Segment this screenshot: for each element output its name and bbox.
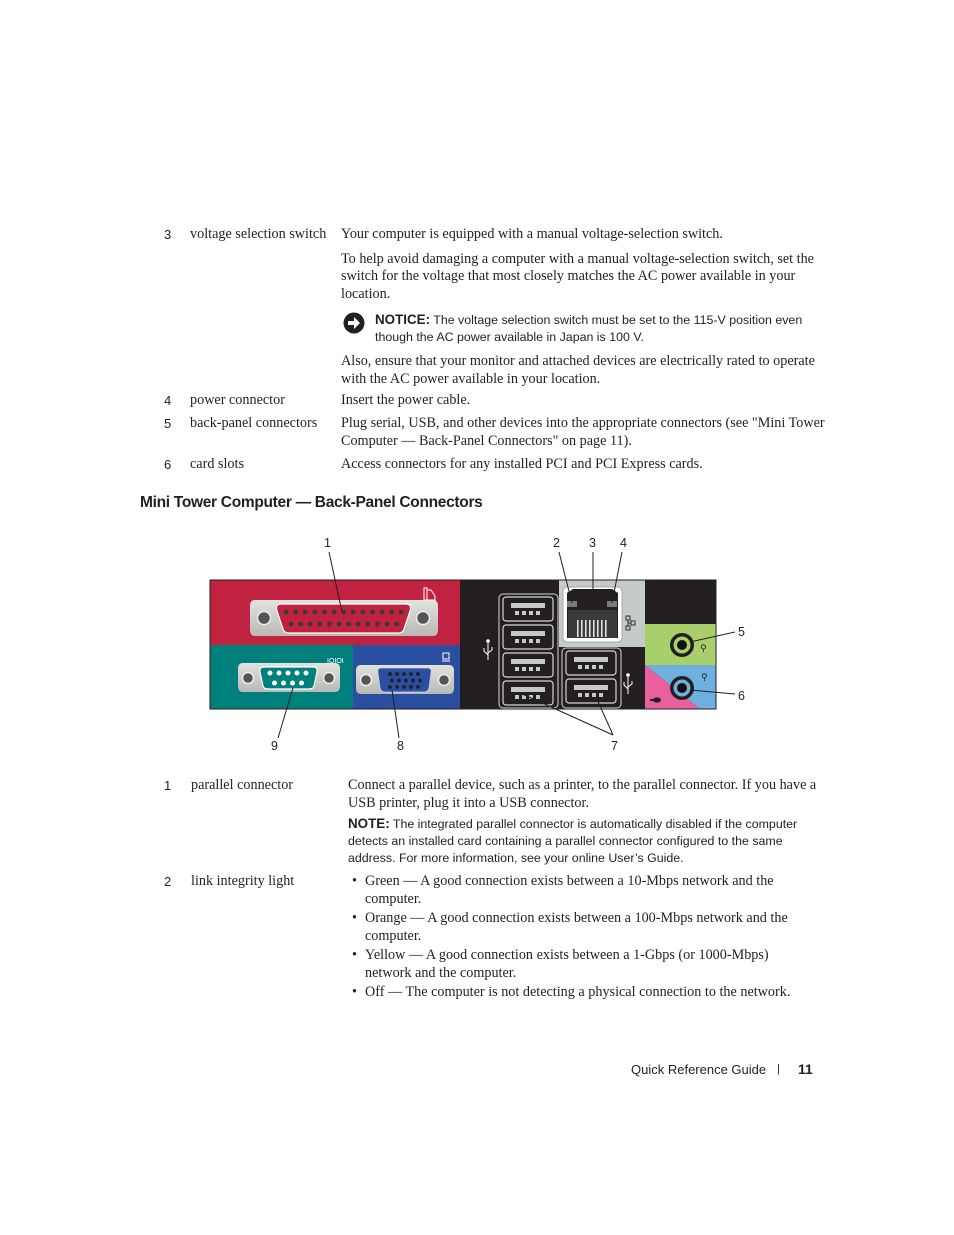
usb-port: [502, 596, 554, 622]
pin: [298, 621, 303, 627]
row-term: link integrity light: [191, 873, 295, 889]
pin: [283, 609, 289, 615]
note-text: NOTE: The integrated parallel connector …: [348, 815, 826, 867]
parallel-connector: [250, 600, 438, 636]
pin: [276, 670, 282, 676]
list-item: • Orange — A good connection exists betwe…: [348, 910, 808, 945]
callout-8: 8: [397, 739, 404, 753]
callout-3: 3: [589, 536, 596, 550]
pin: [317, 621, 323, 627]
usb-port: [502, 680, 554, 706]
pin: [375, 621, 380, 627]
pin: [307, 621, 313, 627]
row-description: Connect a parallel device, such as a pri…: [348, 777, 826, 867]
list-item-text: Green — A good connection exists between…: [365, 873, 774, 907]
row-number: 2: [164, 874, 172, 889]
usb-port: [565, 650, 617, 676]
pin: [288, 621, 294, 627]
note-body: The integrated parallel connector is aut…: [348, 817, 798, 865]
pin: [299, 680, 304, 686]
callout-7: 7: [611, 739, 618, 753]
callout-4: 4: [620, 536, 627, 550]
guide-title: Quick Reference Guide: [631, 1062, 767, 1077]
row-description: • Green — A good connection exists betwee…: [348, 873, 808, 1004]
bullet-icon: •: [352, 910, 357, 926]
pin: [397, 678, 401, 683]
pin: [303, 670, 309, 676]
pin: [327, 621, 332, 627]
bullet-icon: •: [352, 984, 357, 1000]
usb-port: [502, 652, 554, 678]
list-item-text: Off — The computer is not detecting a ph…: [365, 984, 791, 1000]
pin: [281, 680, 286, 686]
list-item: • Off — The computer is not detecting a p…: [348, 984, 808, 1002]
pin: [302, 609, 308, 615]
line-out-icon: ⚲: [700, 644, 707, 654]
pin: [395, 685, 399, 689]
pin: [285, 670, 291, 676]
usb-port: [502, 624, 554, 650]
pin: [409, 672, 413, 676]
pin: [350, 609, 356, 615]
pin: [389, 609, 394, 615]
pin: [294, 670, 300, 676]
line-out-connector: [670, 633, 694, 657]
pin: [409, 685, 413, 689]
note-label: NOTE:: [348, 816, 390, 831]
pin: [336, 621, 342, 627]
callout-2: 2: [553, 536, 560, 550]
pin: [398, 609, 404, 615]
pin: [416, 685, 420, 689]
serial-icon: IOIOI: [327, 658, 344, 665]
pin: [267, 670, 273, 676]
pin: [272, 680, 277, 686]
row-term: parallel connector: [191, 777, 294, 793]
video-connector: [356, 665, 454, 694]
pin: [365, 621, 371, 627]
usb-port: [565, 678, 617, 704]
serial-connector: [238, 663, 340, 692]
row-number: 1: [164, 778, 172, 793]
pin: [416, 672, 420, 676]
pin: [355, 621, 361, 627]
pin: [293, 609, 298, 615]
list-item: • Green — A good connection exists betwee…: [348, 873, 808, 908]
bullet-icon: •: [352, 873, 357, 889]
pin: [402, 672, 406, 676]
pin: [388, 672, 392, 676]
list-item-text: Yellow — A good connection exists betwee…: [365, 947, 769, 981]
line-in-connector: [670, 676, 694, 700]
pin: [395, 672, 399, 676]
pin: [402, 685, 406, 689]
pin: [379, 609, 385, 615]
pin: [390, 678, 394, 683]
callout-1: 1: [324, 536, 331, 550]
pin: [346, 621, 351, 627]
link-light-list: • Green — A good connection exists betwee…: [348, 873, 808, 1002]
paragraph: Connect a parallel device, such as a pri…: [348, 777, 817, 811]
footer-separator: |: [777, 1063, 780, 1075]
pin: [418, 678, 422, 683]
pin: [388, 685, 392, 689]
callout-6: 6: [738, 689, 745, 703]
callout-9: 9: [271, 739, 278, 753]
callout-5: 5: [738, 625, 745, 639]
list-item: • Yellow — A good connection exists betwe…: [348, 947, 808, 982]
pin: [411, 678, 415, 683]
pin: [404, 678, 408, 683]
bullet-icon: •: [352, 947, 357, 963]
list-item-text: Orange — A good connection exists betwee…: [365, 910, 788, 944]
pin: [322, 609, 327, 615]
pin: [312, 609, 318, 615]
back-panel-illustration: IOIOI ⚲ ⚲: [209, 551, 736, 739]
pin: [370, 609, 375, 615]
line-in-icon: ⚲: [701, 673, 708, 683]
pin: [360, 609, 366, 615]
page-number: 11: [798, 1061, 813, 1077]
pin: [290, 680, 295, 686]
pin: [384, 621, 390, 627]
pin: [394, 621, 399, 627]
pin: [331, 609, 337, 615]
